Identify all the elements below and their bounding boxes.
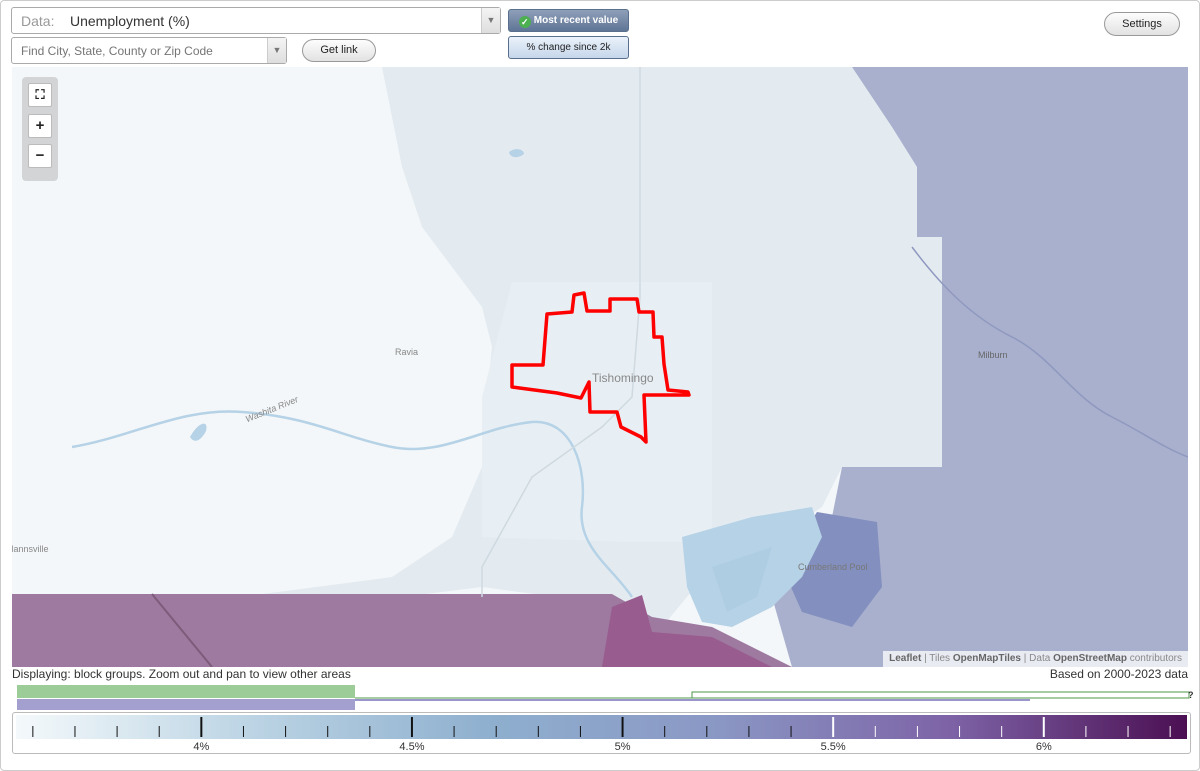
map-label-cumberland-pool: Cumberland Pool <box>798 562 868 572</box>
attribution-tiles-sep: | Tiles <box>921 653 953 664</box>
data-select-prefix: Data: <box>21 13 55 29</box>
map-label-mannsville: Mannsville <box>12 544 49 554</box>
search-box[interactable]: ▼ <box>11 37 287 64</box>
data-range-status: Based on 2000-2023 data <box>1049 667 1188 681</box>
histogram <box>17 685 1190 710</box>
map-label-tishomingo: Tishomingo <box>592 371 654 385</box>
leaflet-link[interactable]: Leaflet <box>889 653 921 664</box>
data-select[interactable]: Data: Unemployment (%) ▼ <box>11 7 501 34</box>
zoom-in-button[interactable]: + <box>28 114 52 138</box>
color-scale-gradient <box>16 715 1187 739</box>
displaying-status: Displaying: block groups. Zoom out and p… <box>12 667 351 681</box>
check-icon: ✓ <box>518 16 531 28</box>
histogram-bar-2000 <box>17 699 355 710</box>
change-since-toggle[interactable]: % change since 2k <box>508 36 629 59</box>
scale-tick-label: 5.5% <box>821 741 846 753</box>
scale-tick-label: 4% <box>193 741 209 753</box>
color-scale-legend: 4% 4.5% 5% 5.5% 6% <box>12 712 1191 754</box>
map-label-milburn: Milburn <box>978 350 1008 360</box>
map[interactable]: Tishomingo Ravia Milburn Mannsville Wash… <box>12 67 1188 667</box>
most-recent-label: Most recent value <box>533 15 619 26</box>
map-label-ravia: Ravia <box>395 347 419 357</box>
attribution-data-sep: | Data <box>1021 653 1054 664</box>
histogram-bar-recent-2 <box>691 691 1190 699</box>
scale-tick-label: 4.5% <box>399 741 424 753</box>
histogram-bar-recent <box>17 685 355 698</box>
chevron-down-icon[interactable]: ▼ <box>267 38 286 63</box>
fullscreen-icon[interactable]: ⛶ <box>28 83 52 107</box>
data-select-value: Unemployment (%) <box>70 13 190 29</box>
settings-button[interactable]: Settings <box>1104 12 1180 36</box>
color-scale-svg: 4% 4.5% 5% 5.5% 6% <box>16 715 1187 753</box>
zoom-control: ⛶ + − <box>22 77 58 181</box>
map-attribution: Leaflet | Tiles OpenMapTiles | Data Open… <box>883 651 1188 667</box>
openmaptiles-link[interactable]: OpenMapTiles <box>953 653 1021 664</box>
scale-tick-label: 6% <box>1036 741 1052 753</box>
attribution-contributors: contributors <box>1126 653 1182 664</box>
map-layers <box>12 67 1188 667</box>
get-link-button[interactable]: Get link <box>302 39 376 62</box>
openstreetmap-link[interactable]: OpenStreetMap <box>1053 653 1127 664</box>
histogram-help-icon[interactable]: ? <box>1188 690 1194 700</box>
search-input[interactable] <box>12 38 262 63</box>
zoom-out-button[interactable]: − <box>28 144 52 168</box>
scale-tick-label: 5% <box>615 741 631 753</box>
chevron-down-icon[interactable]: ▼ <box>481 8 500 33</box>
most-recent-toggle[interactable]: ✓ Most recent value <box>508 9 629 32</box>
